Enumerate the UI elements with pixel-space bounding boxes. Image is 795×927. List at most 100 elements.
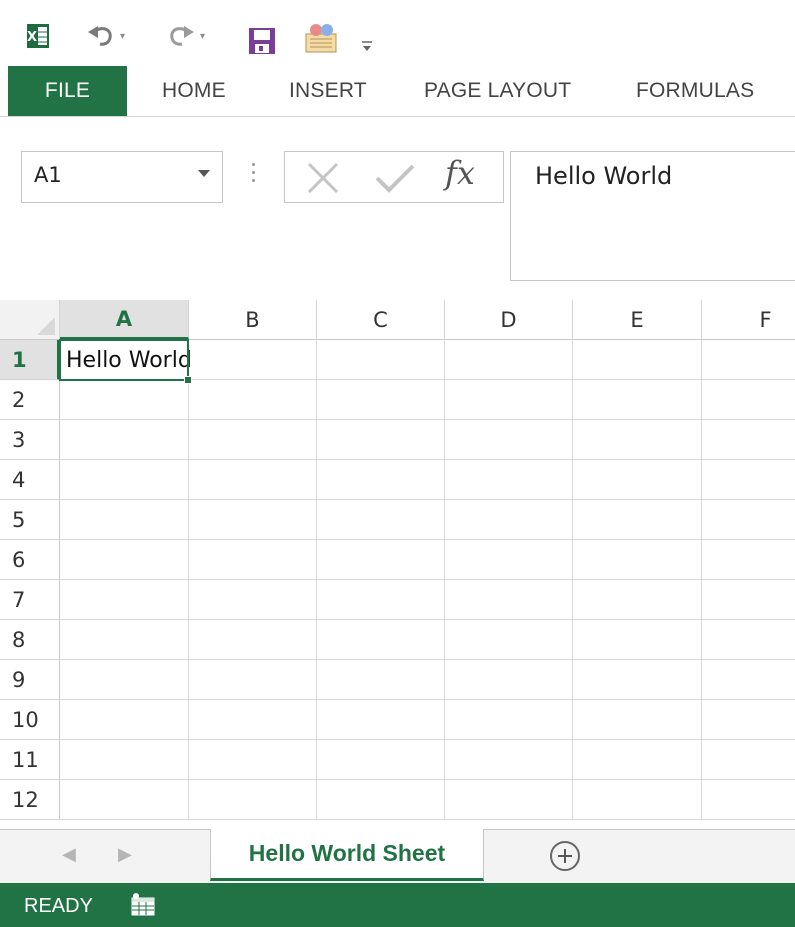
cell-f3[interactable] (702, 420, 795, 460)
cell-c12[interactable] (317, 780, 445, 820)
cell-f11[interactable] (702, 740, 795, 780)
cell-d12[interactable] (445, 780, 573, 820)
column-header-a[interactable]: A (60, 300, 189, 340)
row-header-4[interactable]: 4 (0, 460, 60, 500)
cell-b1[interactable] (189, 340, 317, 380)
cell-b12[interactable] (189, 780, 317, 820)
tab-file[interactable]: FILE (8, 66, 127, 116)
cell-c11[interactable] (317, 740, 445, 780)
formula-input[interactable]: Hello World (510, 151, 795, 281)
cell-f4[interactable] (702, 460, 795, 500)
macro-record-icon[interactable] (130, 893, 156, 917)
tab-home[interactable]: HOME (162, 66, 226, 116)
cell-e10[interactable] (573, 700, 702, 740)
cell-f6[interactable] (702, 540, 795, 580)
undo-dropdown-icon[interactable]: ▾ (120, 31, 125, 42)
cell-c2[interactable] (317, 380, 445, 420)
cell-d1[interactable] (445, 340, 573, 380)
cell-b8[interactable] (189, 620, 317, 660)
cell-e2[interactable] (573, 380, 702, 420)
cell-d7[interactable] (445, 580, 573, 620)
row-header-3[interactable]: 3 (0, 420, 60, 460)
cancel-icon[interactable] (305, 162, 341, 194)
cell-d8[interactable] (445, 620, 573, 660)
cell-b6[interactable] (189, 540, 317, 580)
tab-formulas[interactable]: FORMULAS (636, 66, 754, 116)
cell-e3[interactable] (573, 420, 702, 460)
undo-button[interactable]: ▾ (86, 20, 125, 52)
row-header-1[interactable]: 1 (0, 340, 60, 380)
cell-b11[interactable] (189, 740, 317, 780)
cell-d5[interactable] (445, 500, 573, 540)
cell-b5[interactable] (189, 500, 317, 540)
redo-dropdown-icon[interactable]: ▾ (200, 31, 205, 42)
cell-a3[interactable] (60, 420, 189, 460)
enter-check-icon[interactable] (375, 162, 415, 194)
cell-f2[interactable] (702, 380, 795, 420)
cell-e1[interactable] (573, 340, 702, 380)
insert-function-button[interactable]: fx (445, 154, 475, 192)
cell-a7[interactable] (60, 580, 189, 620)
sheet-tab-active[interactable]: Hello World Sheet (210, 829, 484, 881)
select-all-button[interactable] (0, 300, 60, 340)
cell-d11[interactable] (445, 740, 573, 780)
row-header-7[interactable]: 7 (0, 580, 60, 620)
save-button[interactable] (248, 25, 276, 57)
cell-b2[interactable] (189, 380, 317, 420)
cell-e9[interactable] (573, 660, 702, 700)
sheet-next-icon[interactable]: ▶ (118, 844, 132, 865)
cell-c10[interactable] (317, 700, 445, 740)
cell-c5[interactable] (317, 500, 445, 540)
cell-b4[interactable] (189, 460, 317, 500)
tab-insert[interactable]: INSERT (289, 66, 367, 116)
touch-mode-button[interactable] (304, 22, 338, 54)
cell-d4[interactable] (445, 460, 573, 500)
cell-d6[interactable] (445, 540, 573, 580)
cell-c4[interactable] (317, 460, 445, 500)
cell-b10[interactable] (189, 700, 317, 740)
cell-a8[interactable] (60, 620, 189, 660)
cell-a10[interactable] (60, 700, 189, 740)
cell-f5[interactable] (702, 500, 795, 540)
active-cell-border[interactable] (59, 339, 189, 381)
cell-a9[interactable] (60, 660, 189, 700)
name-box-dropdown-icon[interactable] (198, 170, 210, 177)
cell-b3[interactable] (189, 420, 317, 460)
cell-e12[interactable] (573, 780, 702, 820)
cell-e5[interactable] (573, 500, 702, 540)
cell-f7[interactable] (702, 580, 795, 620)
cell-e7[interactable] (573, 580, 702, 620)
cell-a2[interactable] (60, 380, 189, 420)
cell-e4[interactable] (573, 460, 702, 500)
sheet-prev-icon[interactable]: ◀ (62, 844, 76, 865)
row-header-12[interactable]: 12 (0, 780, 60, 820)
row-header-5[interactable]: 5 (0, 500, 60, 540)
cell-d2[interactable] (445, 380, 573, 420)
cell-f12[interactable] (702, 780, 795, 820)
cell-c9[interactable] (317, 660, 445, 700)
cell-f8[interactable] (702, 620, 795, 660)
cell-e11[interactable] (573, 740, 702, 780)
cell-f10[interactable] (702, 700, 795, 740)
cell-c1[interactable] (317, 340, 445, 380)
cell-a4[interactable] (60, 460, 189, 500)
cell-a12[interactable] (60, 780, 189, 820)
row-header-8[interactable]: 8 (0, 620, 60, 660)
cell-a6[interactable] (60, 540, 189, 580)
cell-e6[interactable] (573, 540, 702, 580)
cell-a5[interactable] (60, 500, 189, 540)
resize-handle-icon[interactable] (252, 163, 256, 191)
cell-e8[interactable] (573, 620, 702, 660)
name-box[interactable]: A1 (21, 151, 223, 203)
cell-c8[interactable] (317, 620, 445, 660)
cell-d9[interactable] (445, 660, 573, 700)
cell-c6[interactable] (317, 540, 445, 580)
cell-f9[interactable] (702, 660, 795, 700)
row-header-9[interactable]: 9 (0, 660, 60, 700)
cell-d10[interactable] (445, 700, 573, 740)
cell-d3[interactable] (445, 420, 573, 460)
cell-b9[interactable] (189, 660, 317, 700)
cell-b7[interactable] (189, 580, 317, 620)
row-header-11[interactable]: 11 (0, 740, 60, 780)
cell-c3[interactable] (317, 420, 445, 460)
